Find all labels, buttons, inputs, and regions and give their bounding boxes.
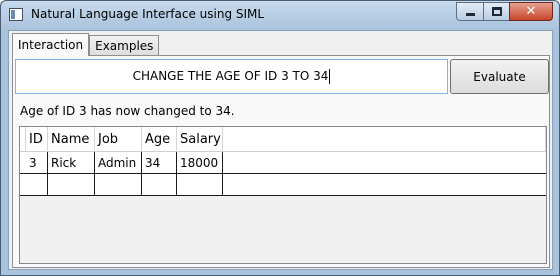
row-filler	[223, 152, 546, 173]
maximize-button[interactable]	[483, 2, 509, 21]
table-row[interactable]: 3 Rick Admin 34 18000	[20, 152, 546, 174]
column-header-filler	[223, 127, 546, 151]
cell-job[interactable]: Admin	[95, 152, 142, 173]
grid-header-row: ID Name Job Age Salary	[20, 127, 546, 152]
column-header-job[interactable]: Job	[95, 127, 142, 151]
results-grid[interactable]: ID Name Job Age Salary 3 Rick Admin 34 1…	[19, 126, 547, 264]
client-area: Interaction Examples CHANGE THE AGE OF I…	[8, 30, 553, 270]
evaluate-button[interactable]: Evaluate	[450, 59, 549, 94]
query-text: CHANGE THE AGE OF ID 3 TO 34	[132, 69, 329, 83]
cell-salary[interactable]: 18000	[177, 152, 223, 173]
table-row-new[interactable]	[20, 174, 546, 196]
column-header-id[interactable]: ID	[26, 127, 48, 151]
cell-salary[interactable]	[177, 174, 223, 195]
close-icon: ✕	[525, 4, 537, 19]
row-filler	[223, 174, 546, 195]
tab-examples[interactable]: Examples	[89, 35, 160, 56]
title-bar[interactable]: Natural Language Interface using SIML ✕	[1, 1, 559, 30]
maximize-icon	[491, 7, 502, 16]
cell-id[interactable]	[26, 174, 48, 195]
cell-name[interactable]: Rick	[48, 152, 95, 173]
cell-job[interactable]	[95, 174, 142, 195]
column-header-name[interactable]: Name	[48, 127, 95, 151]
minimize-icon	[465, 13, 475, 16]
close-button[interactable]: ✕	[509, 2, 553, 21]
cell-name[interactable]	[48, 174, 95, 195]
window-controls: ✕	[456, 2, 553, 21]
app-window-icon[interactable]	[9, 8, 23, 21]
cell-age[interactable]	[142, 174, 177, 195]
minimize-button[interactable]	[456, 2, 483, 21]
column-header-age[interactable]: Age	[142, 127, 177, 151]
tab-interaction[interactable]: Interaction	[12, 33, 90, 56]
app-window: Natural Language Interface using SIML ✕ …	[0, 0, 560, 276]
cell-age[interactable]: 34	[142, 152, 177, 173]
interaction-panel: CHANGE THE AGE OF ID 3 TO 34 Evaluate Ag…	[12, 55, 550, 268]
column-header-salary[interactable]: Salary	[177, 127, 223, 151]
query-input[interactable]: CHANGE THE AGE OF ID 3 TO 34	[15, 59, 448, 94]
text-caret	[329, 69, 331, 84]
window-title: Natural Language Interface using SIML	[31, 7, 265, 21]
tab-strip: Interaction Examples	[12, 33, 160, 56]
result-message: Age of ID 3 has now changed to 34.	[20, 104, 235, 118]
cell-id[interactable]: 3	[26, 152, 48, 173]
